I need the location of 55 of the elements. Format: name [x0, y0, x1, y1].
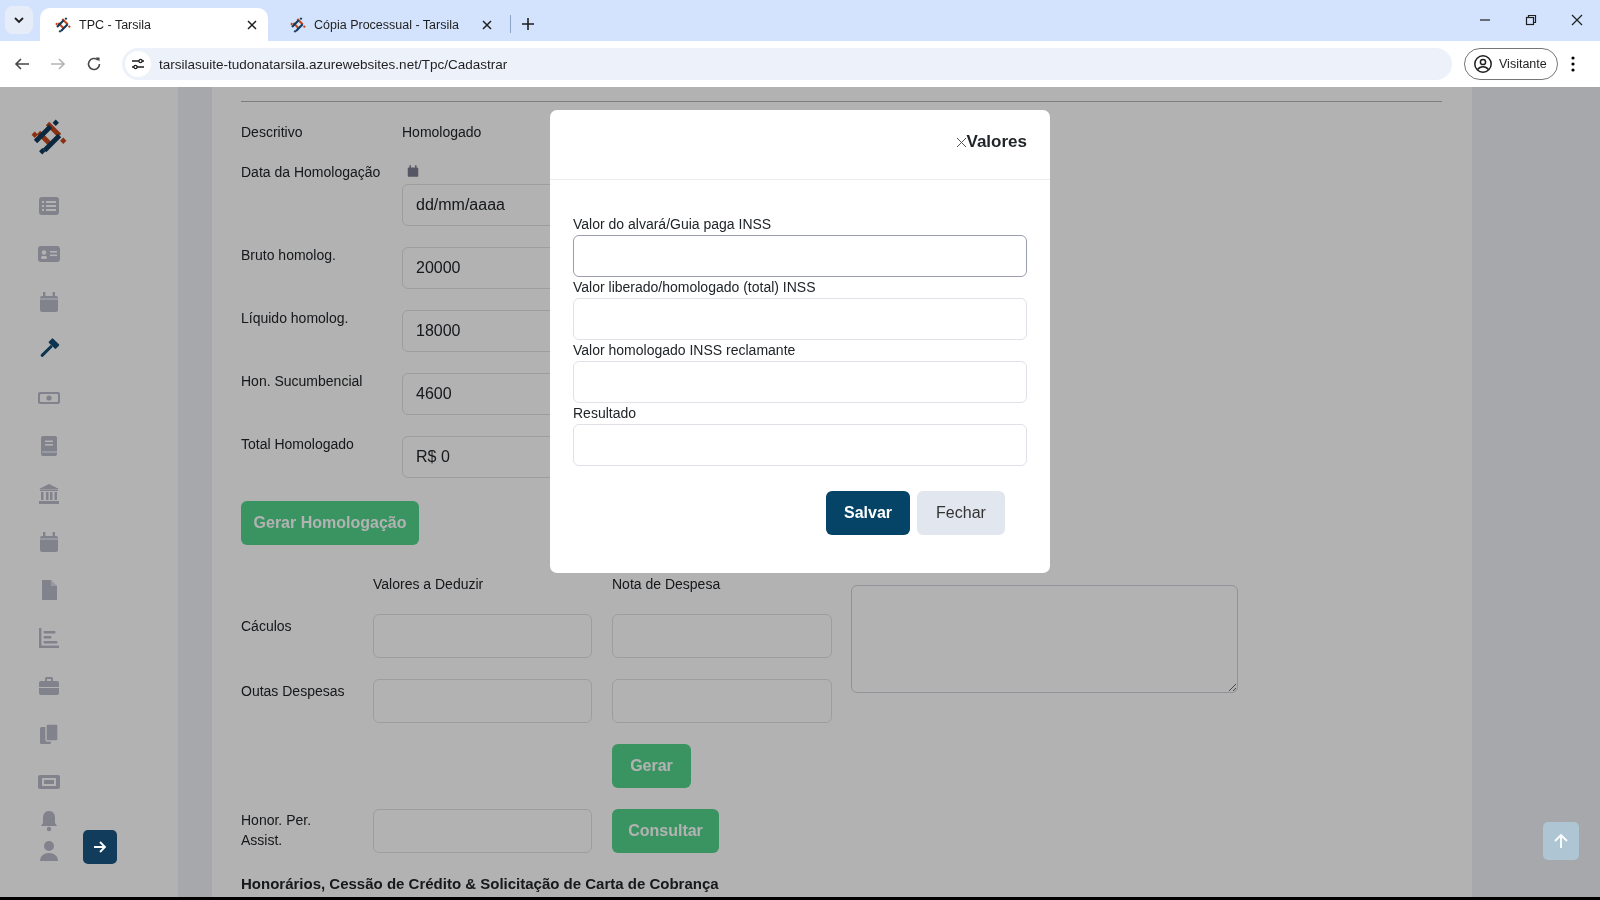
section-heading: Honorários, Cessão de Crédito & Solicitação de Carta de Cobrança: [241, 874, 720, 894]
column-heading: Nota de Despesa: [612, 576, 722, 593]
modal-title: Valores: [966, 132, 1027, 152]
plus-icon: [521, 17, 535, 31]
site-settings-icon[interactable]: [130, 56, 146, 72]
field-label: Líquido homolog.: [241, 310, 350, 328]
chart-icon[interactable]: [37, 626, 61, 650]
calendar-icon[interactable]: [37, 530, 61, 554]
user-icon: [1473, 54, 1493, 74]
field-label: Cáculos: [241, 617, 293, 636]
column-heading: Valores a Deduzir: [373, 576, 485, 593]
arrow-right-icon: [93, 840, 107, 854]
browser-tab[interactable]: TPC - Tarsila: [40, 8, 268, 41]
restore-icon[interactable]: [1525, 14, 1537, 26]
field-label: Valor homologado INSS reclamante: [573, 342, 797, 359]
field-label: Bruto homolog.: [241, 247, 337, 265]
save-button[interactable]: Salvar: [826, 491, 910, 535]
copy-icon[interactable]: [37, 722, 61, 746]
briefcase-icon[interactable]: [37, 674, 61, 698]
profile-button[interactable]: Visitante: [1464, 48, 1558, 80]
arrow-up-icon: [1552, 832, 1570, 850]
field-label: Total Homologado: [241, 436, 355, 454]
tab-title: Cópia Processual - Tarsila: [314, 17, 460, 32]
reload-icon[interactable]: [86, 56, 102, 72]
menu-icon[interactable]: [1570, 56, 1575, 72]
logo-icon: [290, 16, 306, 33]
calendar-icon[interactable]: [37, 290, 61, 314]
caret-icon: [13, 14, 25, 26]
scroll-to-top-button[interactable]: [1543, 822, 1579, 860]
column-heading: Homologado: [402, 124, 482, 141]
text-area[interactable]: [851, 585, 1238, 693]
browser-tab[interactable]: Cópia Processual - Tarsila: [275, 8, 503, 41]
column-heading: Descritivo: [241, 124, 304, 141]
tab-title: TPC - Tarsila: [79, 17, 152, 32]
list-icon[interactable]: [37, 194, 61, 218]
calendar-icon[interactable]: [406, 164, 420, 178]
field-label: Hon. Sucumbencial: [241, 373, 364, 391]
logo: [31, 119, 67, 155]
field-label: Valor do alvará/Guia paga INSS: [573, 216, 773, 233]
back-arrow-icon[interactable]: [14, 56, 30, 72]
field-label: Resultado: [573, 405, 638, 422]
field-label: Data da Homologação: [241, 164, 382, 182]
close-icon[interactable]: [1571, 14, 1583, 26]
tab-search-button[interactable]: [5, 6, 33, 34]
close-button[interactable]: Fechar: [917, 491, 1005, 535]
bank-icon[interactable]: [37, 482, 61, 506]
field-label: Outas Despesas: [241, 682, 346, 701]
close-icon: [955, 137, 967, 148]
address-bar[interactable]: tarsilasuite-tudonatarsila.azurewebsites.net/Tpc/Cadastrar: [122, 48, 1452, 80]
expand-sidebar-button[interactable]: [83, 830, 117, 864]
logo-icon: [55, 16, 71, 33]
input-field[interactable]: [573, 235, 1027, 277]
field-label: Valor liberado/homologado (total) INSS: [573, 279, 817, 296]
field-label: Honor. Per. Assist.: [241, 811, 313, 850]
user-icon[interactable]: [37, 839, 61, 863]
